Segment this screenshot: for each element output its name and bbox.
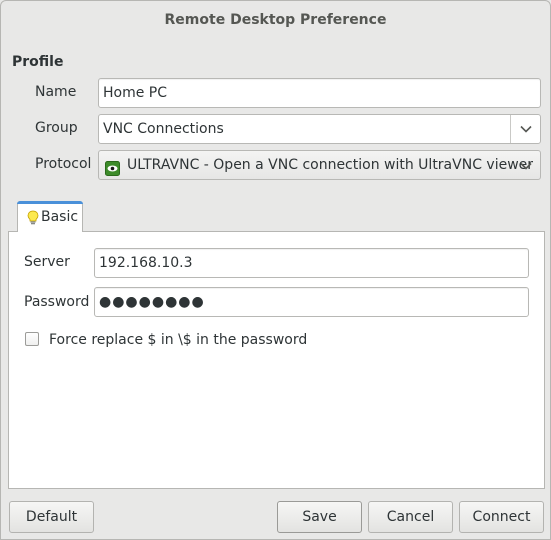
window-title: Remote Desktop Preference [164, 12, 387, 28]
chevron-down-icon [520, 152, 532, 180]
password-label: Password [24, 294, 90, 310]
cancel-button[interactable]: Cancel [368, 501, 453, 533]
ultravnc-eye-icon [105, 158, 120, 176]
group-combo[interactable]: VNC Connections [98, 114, 541, 144]
group-dropdown-button[interactable] [510, 115, 540, 143]
profile-section-label: Profile [12, 54, 64, 70]
default-button[interactable]: Default [9, 501, 94, 533]
server-input[interactable]: 192.168.10.3 [94, 248, 529, 278]
group-combo-value[interactable]: VNC Connections [103, 121, 224, 137]
connect-button[interactable]: Connect [459, 501, 544, 533]
server-label: Server [24, 254, 70, 270]
force-replace-checkbox[interactable] [25, 332, 39, 346]
tab-basic[interactable]: Basic [17, 201, 83, 232]
lightbulb-icon [27, 210, 39, 229]
name-label: Name [35, 84, 77, 100]
group-label: Group [35, 120, 78, 136]
name-input[interactable]: Home PC [98, 78, 541, 108]
chevron-down-icon [519, 125, 532, 133]
protocol-label: Protocol [35, 156, 92, 172]
protocol-value: ULTRAVNC - Open a VNC connection with Ul… [127, 157, 534, 173]
preference-dialog: Remote Desktop Preference Profile Name H… [0, 0, 551, 540]
tab-basic-label: Basic [41, 209, 79, 225]
save-button[interactable]: Save [277, 501, 362, 533]
protocol-dropdown[interactable]: ULTRAVNC - Open a VNC connection with Ul… [98, 150, 541, 180]
password-input[interactable]: ●●●●●●●● [94, 287, 529, 317]
force-replace-label[interactable]: Force replace $ in \$ in the password [49, 332, 307, 348]
